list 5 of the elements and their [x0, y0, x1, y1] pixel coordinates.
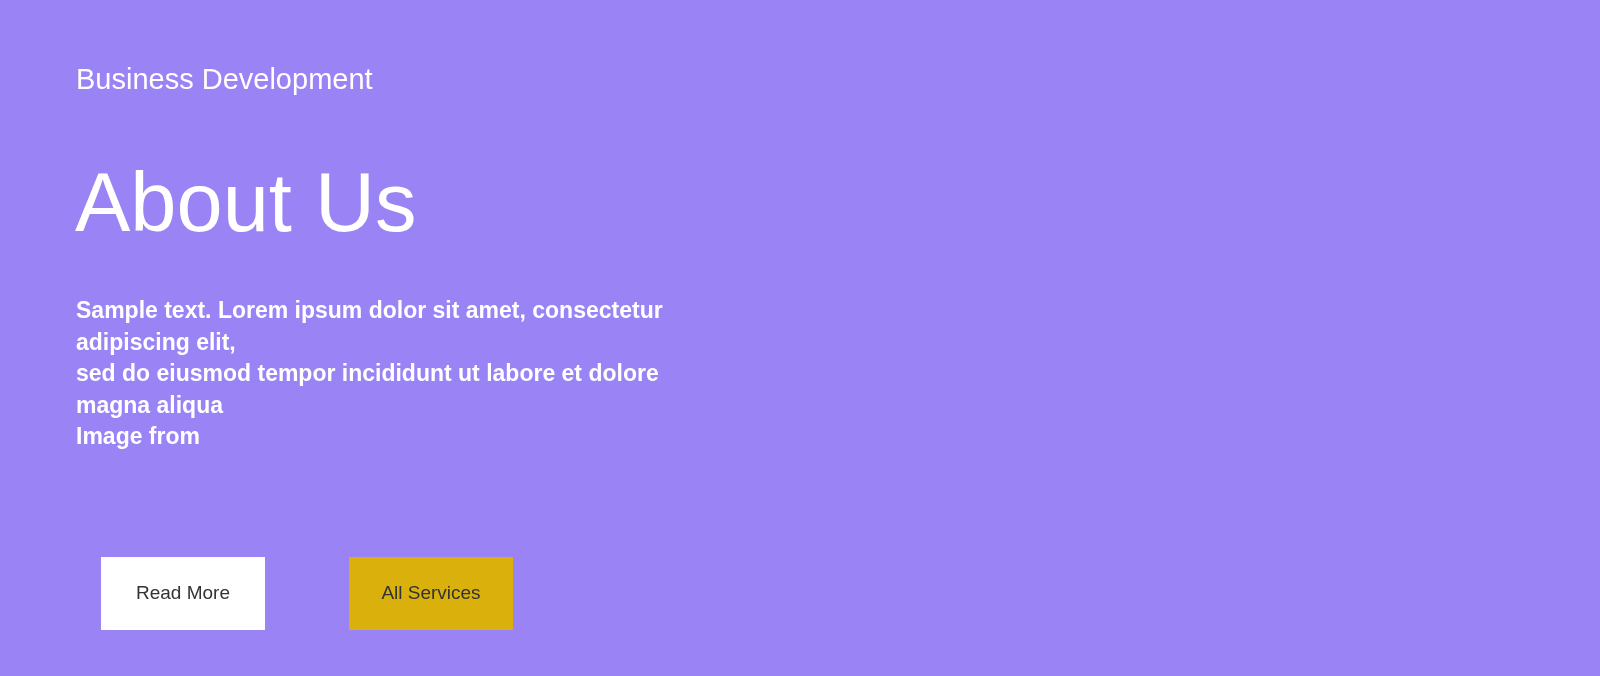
body-paragraph: Sample text. Lorem ipsum dolor sit amet, consectetur adipiscing elit, sed do eiusmod tempor incididunt ut labore et dolore magna aliqua Image from	[76, 296, 664, 452]
page-title: About Us	[75, 160, 417, 246]
read-more-button[interactable]: Read More	[101, 556, 265, 630]
eyebrow-heading: Business Development	[76, 62, 373, 96]
all-services-button[interactable]: All Services	[349, 556, 513, 630]
